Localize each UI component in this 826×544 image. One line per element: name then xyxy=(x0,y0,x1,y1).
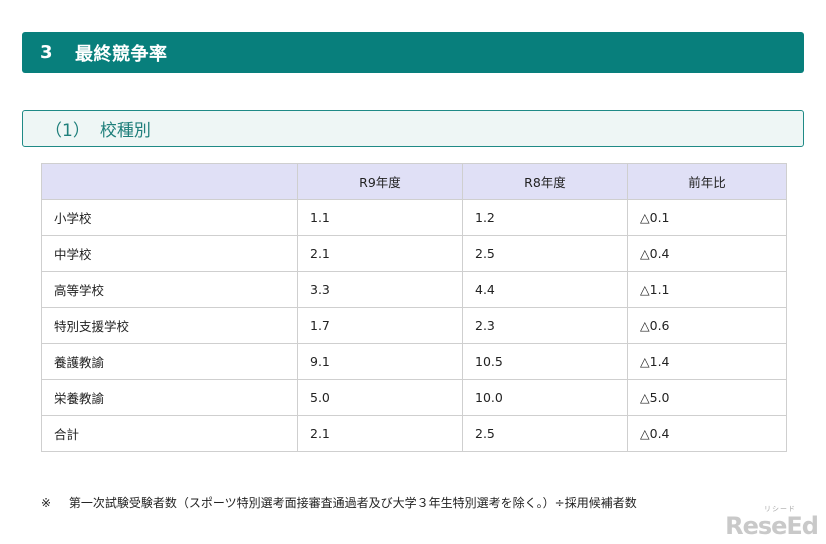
table-row: 養護教諭 9.1 10.5 △1.4 xyxy=(41,343,787,380)
header-cell-category xyxy=(41,163,298,200)
footnote-mark: ※ xyxy=(41,496,52,510)
change-value: △0.4 xyxy=(627,235,787,272)
competition-rate-table: R9年度 R8年度 前年比 小学校 1.1 1.2 △0.1 中学校 2.1 2… xyxy=(41,163,787,452)
row-label: 特別支援学校 xyxy=(41,307,298,344)
change-value: △1.1 xyxy=(627,271,787,308)
change-value: △5.0 xyxy=(627,379,787,416)
section-header: 3 最終競争率 xyxy=(22,32,804,73)
r9-value: 1.1 xyxy=(297,199,463,236)
r9-value: 5.0 xyxy=(297,379,463,416)
table-row: 特別支援学校 1.7 2.3 △0.6 xyxy=(41,307,787,344)
change-value: △1.4 xyxy=(627,343,787,380)
table-row: 高等学校 3.3 4.4 △1.1 xyxy=(41,271,787,308)
r8-value: 10.0 xyxy=(462,379,628,416)
header-cell-r9: R9年度 xyxy=(297,163,463,200)
header-cell-change: 前年比 xyxy=(627,163,787,200)
change-value: △0.6 xyxy=(627,307,787,344)
subsection-number: （1） xyxy=(45,121,90,141)
row-label: 栄養教諭 xyxy=(41,379,298,416)
subsection-header: （1） 校種別 xyxy=(22,110,804,147)
change-value: △0.1 xyxy=(627,199,787,236)
footnote: ※ 第一次試験受験者数（スポーツ特別選考面接審査通過者及び大学３年生特別選考を除… xyxy=(41,494,637,511)
r9-value: 2.1 xyxy=(297,235,463,272)
table-row: 中学校 2.1 2.5 △0.4 xyxy=(41,235,787,272)
r9-value: 1.7 xyxy=(297,307,463,344)
r8-value: 1.2 xyxy=(462,199,628,236)
row-label: 小学校 xyxy=(41,199,298,236)
row-label: 養護教諭 xyxy=(41,343,298,380)
resed-logo: リシード ReseEd xyxy=(725,504,819,540)
table-row: 合計 2.1 2.5 △0.4 xyxy=(41,415,787,452)
r8-value: 4.4 xyxy=(462,271,628,308)
table-row: 小学校 1.1 1.2 △0.1 xyxy=(41,199,787,236)
r9-value: 3.3 xyxy=(297,271,463,308)
r9-value: 9.1 xyxy=(297,343,463,380)
header-cell-r8: R8年度 xyxy=(462,163,628,200)
row-label: 合計 xyxy=(41,415,298,452)
logo-text: ReseEd xyxy=(725,512,819,540)
table-row: 栄養教諭 5.0 10.0 △5.0 xyxy=(41,379,787,416)
r8-value: 2.3 xyxy=(462,307,628,344)
table-header-row: R9年度 R8年度 前年比 xyxy=(41,163,787,200)
subsection-title: 校種別 xyxy=(99,121,151,141)
r8-value: 2.5 xyxy=(462,415,628,452)
r8-value: 2.5 xyxy=(462,235,628,272)
change-value: △0.4 xyxy=(627,415,787,452)
footnote-text: 第一次試験受験者数（スポーツ特別選考面接審査通過者及び大学３年生特別選考を除く。… xyxy=(68,496,637,510)
section-title: 最終競争率 xyxy=(75,43,168,65)
r8-value: 10.5 xyxy=(462,343,628,380)
row-label: 中学校 xyxy=(41,235,298,272)
row-label: 高等学校 xyxy=(41,271,298,308)
section-number: 3 xyxy=(40,42,54,63)
r9-value: 2.1 xyxy=(297,415,463,452)
